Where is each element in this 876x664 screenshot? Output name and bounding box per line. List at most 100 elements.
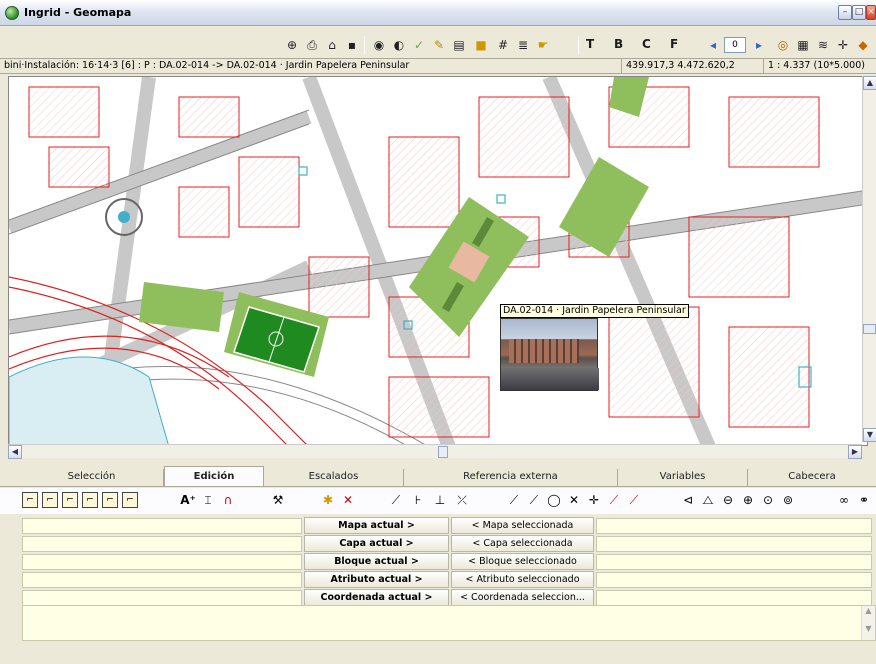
map-vertical-scrollbar[interactable]: ▲ ▼: [862, 76, 876, 442]
tab-variables[interactable]: Variables: [618, 469, 748, 486]
grid-icon[interactable]: #: [494, 36, 512, 54]
arrow-right-icon[interactable]: ▸: [750, 36, 768, 54]
circle-icon[interactable]: ◯: [546, 492, 562, 508]
zoom-target-icon[interactable]: ⊕: [283, 36, 301, 54]
pen-icon[interactable]: ⟋: [626, 492, 642, 508]
current-map-button[interactable]: Mapa actual >: [304, 517, 449, 534]
vertical-scroll-thumb[interactable]: [863, 324, 876, 334]
print-icon[interactable]: ⎙: [303, 36, 321, 54]
tab-cabecera[interactable]: Cabecera: [748, 469, 876, 486]
pencil-check-icon[interactable]: ✓: [410, 36, 428, 54]
panel-tabs: Selección Edición Escalados Referencia e…: [0, 466, 876, 487]
cross-icon[interactable]: ✕: [566, 492, 582, 508]
notes-textarea[interactable]: ▲ ▼: [22, 605, 876, 641]
page-field[interactable]: 0: [724, 37, 746, 53]
scroll-down-icon[interactable]: ▼: [863, 428, 876, 442]
map-horizontal-scrollbar[interactable]: ◀ ▶: [8, 444, 862, 459]
magnet-icon[interactable]: ∩: [220, 492, 236, 508]
scroll-right-icon[interactable]: ▶: [848, 445, 862, 459]
current-coordinate-field[interactable]: [22, 590, 302, 606]
current-block-button[interactable]: Bloque actual >: [304, 553, 449, 570]
table-icon[interactable]: ≣: [514, 36, 532, 54]
minimize-icon[interactable]: –: [838, 5, 852, 20]
align-icon[interactable]: ⊲: [680, 492, 696, 508]
globe-app-icon: [5, 6, 19, 20]
selected-coordinate-button[interactable]: < Coordenada seleccion...: [451, 589, 594, 606]
status-coordinates: 439.917,3 4.472.620,2: [621, 59, 761, 73]
maximize-icon[interactable]: □: [852, 5, 866, 20]
line-1-icon[interactable]: ⟋: [506, 492, 522, 508]
rotate-4-icon[interactable]: ⊚: [780, 492, 796, 508]
selected-block-button[interactable]: < Bloque seleccionado: [451, 553, 594, 570]
current-layer-button[interactable]: Capa actual >: [304, 535, 449, 552]
scroll-up-icon[interactable]: ▲: [863, 76, 876, 90]
eye-icon[interactable]: ◉: [370, 36, 388, 54]
selected-attribute-button[interactable]: < Atributo seleccionado: [451, 571, 594, 588]
selected-attribute-field[interactable]: [596, 572, 872, 588]
current-block-field[interactable]: [22, 554, 302, 570]
tools-icon[interactable]: ⌂: [323, 36, 341, 54]
tab-referencia-externa[interactable]: Referencia externa: [404, 469, 618, 486]
selected-map-field[interactable]: [596, 518, 872, 534]
color-icon[interactable]: ■: [472, 36, 490, 54]
horizontal-scroll-thumb[interactable]: [438, 446, 448, 458]
rotate-2-icon[interactable]: ⊕: [740, 492, 756, 508]
current-attribute-field[interactable]: [22, 572, 302, 588]
line-2-icon[interactable]: ⟋: [526, 492, 542, 508]
node-3-icon[interactable]: ⊥: [432, 492, 448, 508]
spark-icon[interactable]: ✱: [320, 492, 336, 508]
map-canvas[interactable]: [8, 76, 868, 446]
hand-icon[interactable]: ☛: [534, 36, 552, 54]
menu-b[interactable]: B: [614, 37, 623, 51]
brush-icon[interactable]: ⟋: [606, 492, 622, 508]
selected-layer-button[interactable]: < Capa seleccionada: [451, 535, 594, 552]
rotate-3-icon[interactable]: ⊙: [760, 492, 776, 508]
selected-layer-field[interactable]: [596, 536, 872, 552]
insert-icon[interactable]: ⌶: [200, 492, 216, 508]
close-icon[interactable]: ×: [866, 5, 876, 20]
page-icon[interactable]: ▤: [450, 36, 468, 54]
select-6-icon[interactable]: ⌐: [122, 492, 138, 508]
select-5-icon[interactable]: ⌐: [102, 492, 118, 508]
contrast-icon[interactable]: ◐: [390, 36, 408, 54]
selected-map-button[interactable]: < Mapa seleccionada: [451, 517, 594, 534]
crosshair-icon[interactable]: ✛: [834, 36, 852, 54]
tab-edicion[interactable]: Edición: [164, 466, 264, 487]
menu-c[interactable]: C: [642, 37, 651, 51]
select-3-icon[interactable]: ⌐: [62, 492, 78, 508]
arrow-left-icon[interactable]: ◂: [704, 36, 722, 54]
list-icon[interactable]: ▦: [794, 36, 812, 54]
eraser-icon[interactable]: ◆: [854, 36, 872, 54]
tab-escalados[interactable]: Escalados: [264, 469, 404, 486]
binoculars-icon[interactable]: ⚭: [856, 492, 872, 508]
mirror-icon[interactable]: ⧍: [700, 492, 716, 508]
node-1-icon[interactable]: ⟋: [388, 492, 404, 508]
pencil-star-icon[interactable]: ✎: [430, 36, 448, 54]
current-attribute-button[interactable]: Atributo actual >: [304, 571, 449, 588]
wrench-icon[interactable]: ⚒: [270, 492, 286, 508]
break-icon[interactable]: ✛: [586, 492, 602, 508]
node-2-icon[interactable]: ⊦: [410, 492, 426, 508]
map-tooltip: DA.02-014 · Jardin Papelera Peninsular: [500, 304, 689, 318]
select-4-icon[interactable]: ⌐: [82, 492, 98, 508]
textarea-scrollbar[interactable]: ▲ ▼: [861, 606, 875, 640]
layers-icon[interactable]: ≋: [814, 36, 832, 54]
select-2-icon[interactable]: ⌐: [42, 492, 58, 508]
selected-coordinate-field[interactable]: [596, 590, 872, 606]
select-1-icon[interactable]: ⌐: [22, 492, 38, 508]
current-map-field[interactable]: [22, 518, 302, 534]
tab-seleccion[interactable]: Selección: [20, 469, 164, 486]
selected-block-field[interactable]: [596, 554, 872, 570]
link-icon[interactable]: ∞: [836, 492, 852, 508]
target-icon[interactable]: ◎: [774, 36, 792, 54]
menu-t[interactable]: T: [586, 37, 594, 51]
rotate-1-icon[interactable]: ⊖: [720, 492, 736, 508]
scroll-left-icon[interactable]: ◀: [8, 445, 22, 459]
menu-f[interactable]: F: [670, 37, 678, 51]
current-layer-field[interactable]: [22, 536, 302, 552]
add-text-icon[interactable]: A⁺: [180, 492, 196, 508]
node-4-icon[interactable]: ⤫: [454, 492, 470, 508]
delete-icon[interactable]: ✕: [340, 492, 356, 508]
save-icon[interactable]: ▪: [343, 36, 361, 54]
current-coordinate-button[interactable]: Coordenada actual >: [304, 589, 449, 606]
